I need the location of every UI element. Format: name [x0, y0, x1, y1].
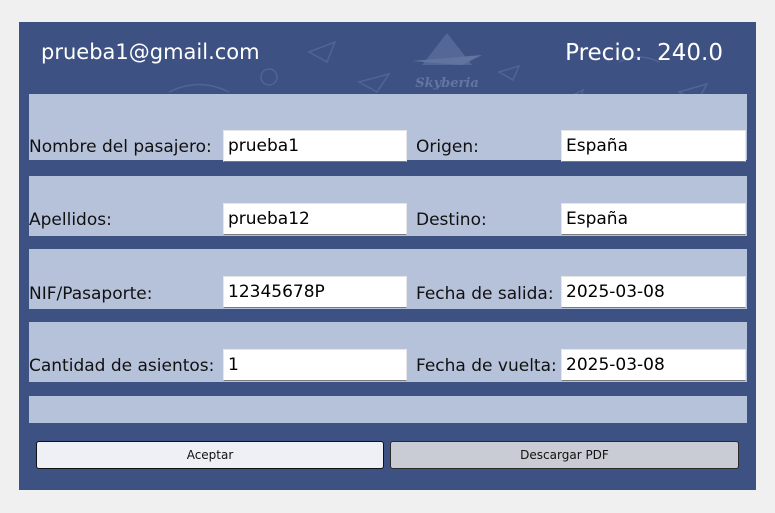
apellidos-field[interactable]: prueba12	[223, 203, 407, 235]
nif-field[interactable]: 12345678P	[223, 276, 407, 308]
nombre-field[interactable]: prueba1	[223, 130, 407, 162]
salida-label: Fecha de salida:	[416, 284, 554, 304]
apellidos-label: Apellidos:	[29, 210, 112, 230]
row-band-5	[29, 396, 747, 423]
svg-text:Skyberia: Skyberia	[415, 76, 479, 91]
nif-label: NIF/Pasaporte:	[29, 284, 153, 304]
asientos-label: Cantidad de asientos:	[29, 356, 215, 376]
destino-field[interactable]: España	[561, 203, 746, 235]
destino-label: Destino:	[416, 210, 487, 230]
accept-button[interactable]: Aceptar	[36, 441, 384, 469]
nombre-label: Nombre del pasajero:	[29, 137, 212, 157]
origen-label: Origen:	[416, 137, 479, 157]
salida-date-field[interactable]: 2025-03-08	[561, 276, 746, 308]
user-email: prueba1@gmail.com	[41, 40, 260, 64]
vuelta-date-field[interactable]: 2025-03-08	[561, 349, 746, 381]
origen-field[interactable]: España	[561, 130, 746, 162]
asientos-field[interactable]: 1	[223, 349, 407, 381]
download-pdf-button[interactable]: Descargar PDF	[390, 441, 739, 469]
vuelta-label: Fecha de vuelta:	[416, 356, 557, 376]
booking-form-panel: Skyberia prueba1@gmail.com Precio: 240.0…	[19, 22, 756, 490]
skyberia-logo: Skyberia	[412, 33, 482, 91]
price-display: Precio: 240.0	[565, 40, 723, 66]
